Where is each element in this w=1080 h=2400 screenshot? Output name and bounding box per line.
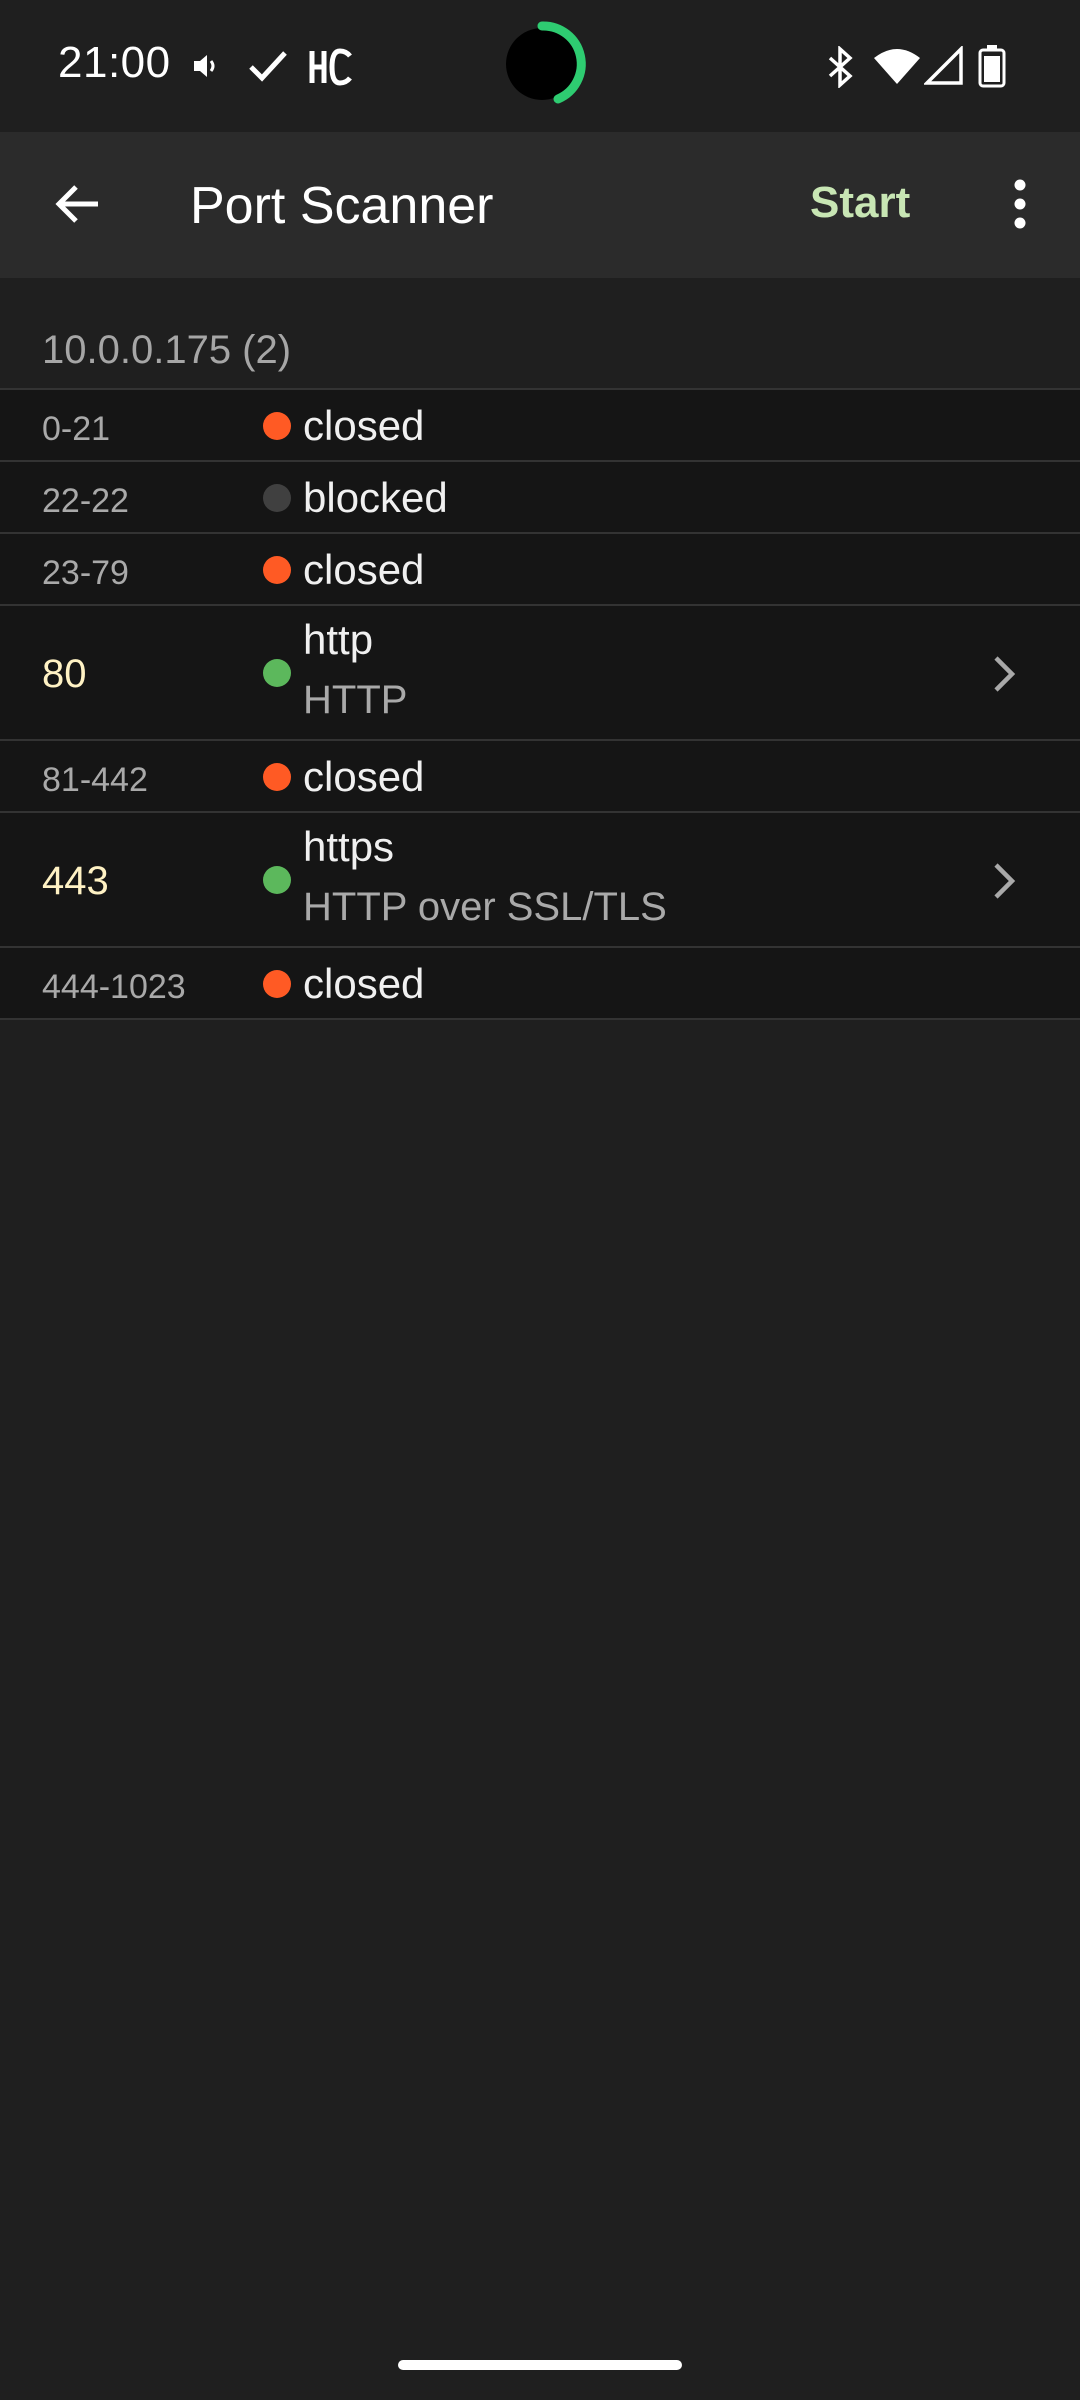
port-range: 22-22 [42, 482, 129, 520]
status-dot-icon [263, 484, 291, 512]
camera-progress-ring-icon [506, 21, 586, 104]
port-row: 81-442 closed [0, 741, 1080, 813]
port-row: 0-21 closed [0, 390, 1080, 462]
port-range: 81-442 [42, 761, 148, 799]
port-range: 0-21 [42, 410, 111, 448]
bluetooth-icon [828, 46, 853, 88]
battery-icon [978, 45, 1006, 88]
status-dot-icon [263, 412, 291, 440]
port-row[interactable]: 80 http HTTP [0, 606, 1080, 741]
check-icon [249, 51, 287, 82]
port-range: 443 [42, 859, 109, 903]
port-row[interactable]: 443 https HTTP over SSL/TLS [0, 813, 1080, 948]
status-dot-icon [263, 659, 291, 687]
port-row: 23-79 closed [0, 534, 1080, 606]
port-state: blocked [303, 474, 448, 521]
port-state: closed [303, 402, 425, 449]
arrow-back-icon [55, 185, 98, 223]
status-dot-icon [263, 866, 291, 894]
navigation-handle[interactable] [398, 2360, 682, 2370]
port-range: 23-79 [42, 554, 129, 592]
signal-icon [924, 46, 963, 85]
port-list: 0-21 closed 22-22 blocked 23-79 closed 80 http H… [0, 390, 1080, 1020]
status-dot-icon [263, 556, 291, 584]
host-header: 10.0.0.175 (2) [0, 300, 1080, 390]
status-bar: 21:00 [0, 0, 1080, 132]
status-dot-icon [263, 970, 291, 998]
port-state: http [303, 616, 374, 663]
overflow-menu-button[interactable] [990, 164, 1050, 244]
app-bar: Port Scanner Start [0, 132, 1080, 278]
wifi-icon [874, 49, 920, 84]
start-button[interactable]: Start [810, 178, 910, 228]
more-vert-icon [1014, 179, 1026, 229]
port-state: closed [303, 546, 425, 593]
host-label: 10.0.0.175 (2) [42, 328, 292, 372]
port-range: 444-1023 [42, 968, 186, 1006]
port-row: 22-22 blocked [0, 462, 1080, 534]
service-description: HTTP [303, 678, 408, 722]
hc-icon [309, 48, 352, 86]
port-state: https [303, 823, 395, 870]
status-time: 21:00 [58, 38, 171, 87]
port-state: closed [303, 753, 425, 800]
port-state: closed [303, 960, 425, 1007]
chevron-right-icon [994, 656, 1016, 692]
port-row: 444-1023 closed [0, 948, 1080, 1020]
service-description: HTTP over SSL/TLS [303, 885, 667, 929]
chevron-right-icon [994, 863, 1016, 899]
status-dot-icon [263, 763, 291, 791]
page-title: Port Scanner [190, 177, 494, 235]
port-range: 80 [42, 652, 87, 696]
back-button[interactable] [38, 164, 118, 244]
volume-icon [194, 55, 215, 77]
